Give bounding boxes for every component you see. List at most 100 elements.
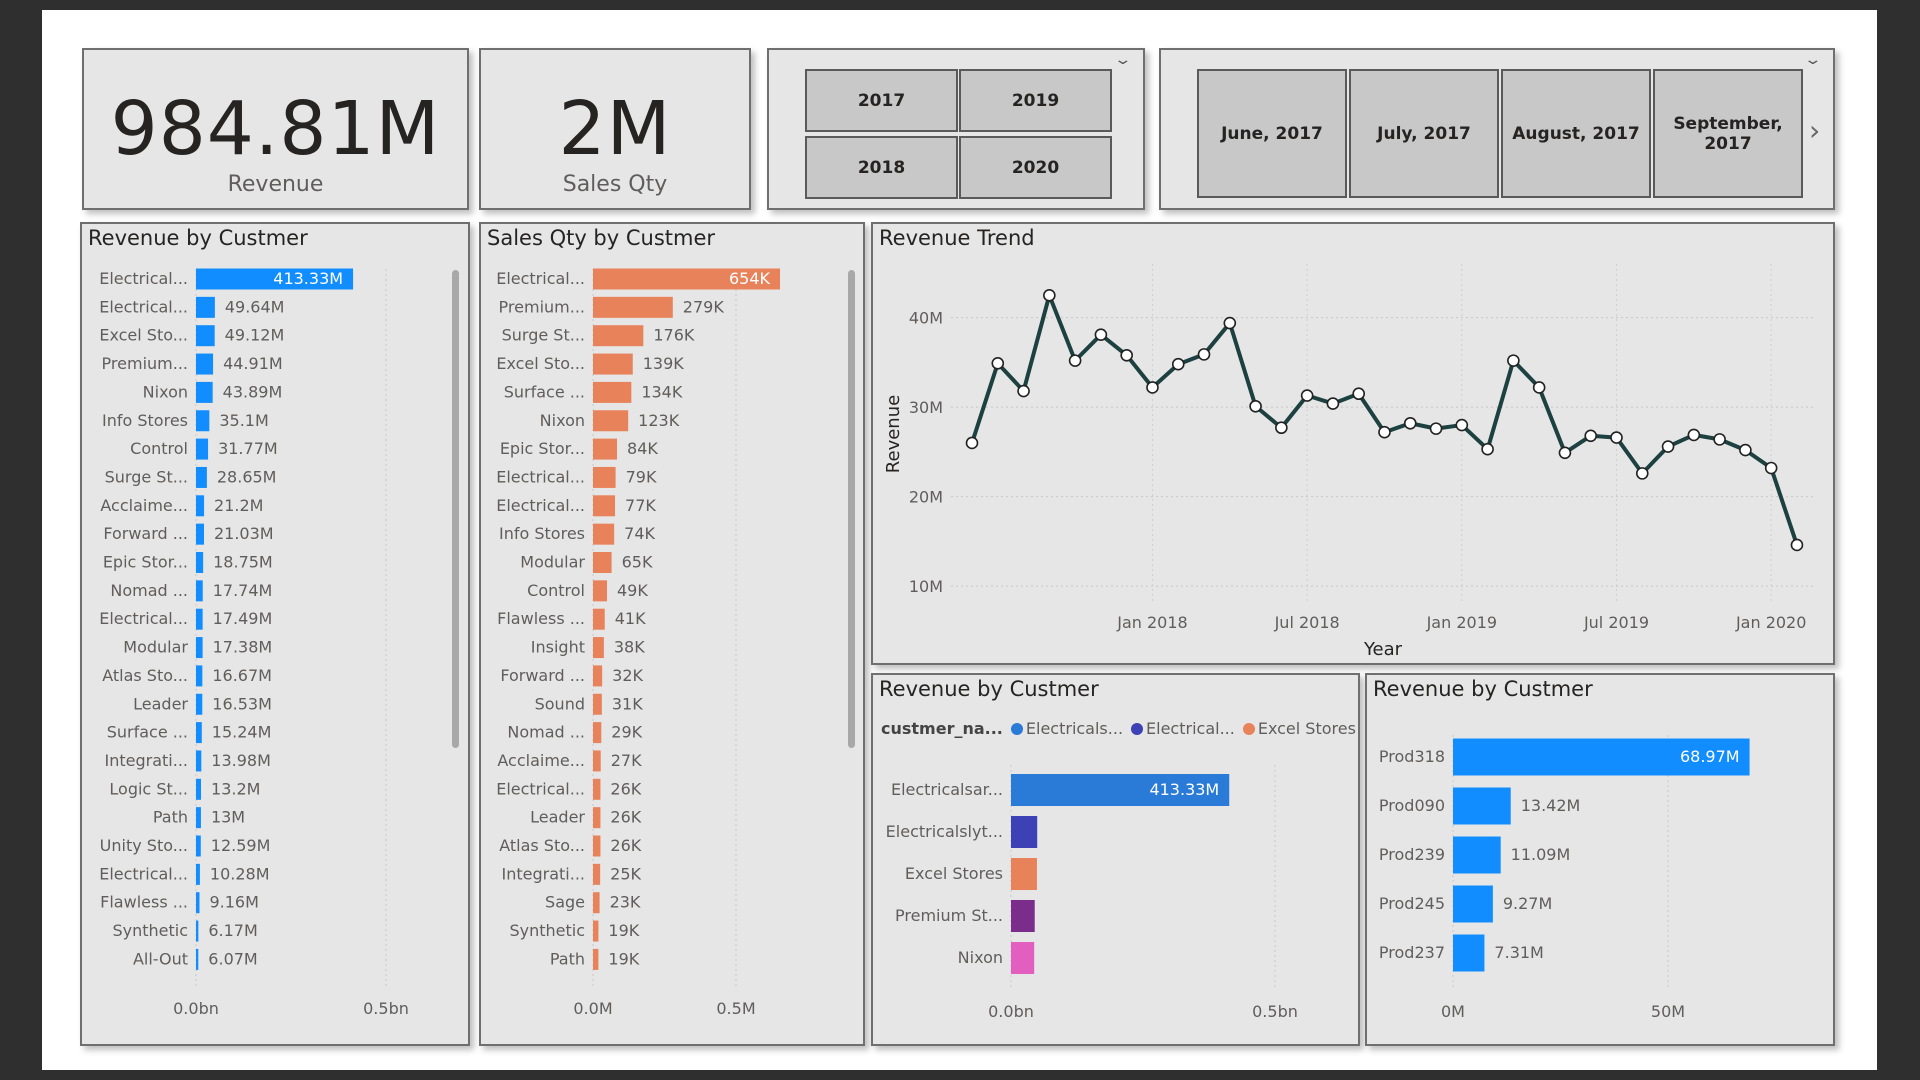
report-canvas: 984.81M Revenue 2M Sales Qty ⌄ 2017 2019… — [42, 10, 1877, 1070]
x-tick-label: Jan 2018 — [1116, 613, 1187, 632]
category-label: Flawless ... — [497, 609, 585, 628]
data-label: 13.42M — [1521, 796, 1581, 815]
data-point — [1739, 443, 1752, 457]
year-option-2019[interactable]: 2019 — [959, 69, 1112, 132]
bar — [593, 325, 644, 347]
data-point — [1687, 428, 1701, 442]
chevron-down-icon[interactable]: ⌄ — [1804, 52, 1823, 68]
category-label: Sound — [535, 694, 585, 713]
data-label: 79K — [626, 467, 657, 486]
data-point — [1507, 354, 1520, 367]
data-label: 28.65M — [217, 467, 277, 486]
data-label: 74K — [624, 524, 655, 543]
year-option-2018[interactable]: 2018 — [805, 136, 958, 199]
data-label: 38K — [614, 638, 645, 657]
data-point — [1326, 397, 1340, 410]
data-label: 84K — [627, 439, 658, 458]
bar — [1453, 787, 1511, 825]
data-label: 9.16M — [209, 893, 258, 912]
category-label: Unity Sto... — [100, 836, 188, 855]
y-tick-label: 10M — [909, 577, 943, 596]
data-label: 43.89M — [223, 382, 283, 401]
category-label: Sage — [545, 893, 585, 912]
data-point — [1352, 387, 1366, 401]
month-option-august-2017[interactable]: August, 2017 — [1501, 69, 1651, 198]
category-label: Electrical... — [496, 779, 585, 798]
scrollbar[interactable] — [848, 270, 855, 748]
data-label: 17.38M — [213, 638, 273, 657]
bar — [196, 778, 202, 800]
month-option-june-2017[interactable]: June, 2017 — [1197, 69, 1347, 198]
x-tick-label: 50M — [1651, 1002, 1685, 1021]
x-tick-label: Jul 2018 — [1274, 613, 1340, 632]
revenue-card: 984.81M Revenue — [82, 48, 469, 210]
category-label: Acclaime... — [100, 496, 188, 515]
data-point — [1120, 348, 1133, 362]
data-point — [1635, 467, 1649, 480]
data-label: 176K — [653, 326, 695, 345]
category-label: Nixon — [143, 382, 188, 401]
revenue-by-product-svg: 0M 50M Prod318 68.97M Prod090 13.42M Prod239 11… — [1379, 735, 1750, 1021]
sales-qty-by-customer-chart: Sales Qty by Custmer 0.0M 0.5M Electrical.… — [479, 222, 865, 1046]
sales-qty-card-label: Sales Qty — [562, 172, 668, 197]
category-label: Forward ... — [103, 524, 188, 543]
data-point — [1584, 429, 1598, 443]
data-label: 44.91M — [223, 354, 283, 373]
year-option-2020[interactable]: 2020 — [959, 136, 1112, 199]
bar — [196, 523, 204, 545]
data-label: 19K — [608, 949, 639, 968]
month-option-september-2017[interactable]: September, 2017 — [1653, 69, 1803, 198]
data-label: 9.27M — [1503, 894, 1552, 913]
sales-qty-card-value: 2M — [558, 86, 672, 172]
bar — [593, 495, 616, 517]
x-tick-label: 0.5M — [716, 999, 755, 1018]
bar — [196, 835, 201, 857]
data-label: 413.33M — [1149, 780, 1219, 799]
data-label: 10.28M — [210, 864, 270, 883]
data-label: 41K — [615, 609, 646, 628]
bar — [196, 807, 201, 829]
data-point — [1558, 446, 1572, 460]
category-label: Surge St... — [105, 467, 188, 486]
bar — [1011, 816, 1038, 848]
category-label: Electrical... — [99, 609, 188, 628]
category-label: Control — [130, 439, 188, 458]
category-label: Epic Stor... — [103, 553, 188, 572]
bar — [196, 410, 210, 432]
bar — [1453, 934, 1485, 972]
category-label: Surface ... — [107, 723, 188, 742]
x-tick-label: 0.0bn — [988, 1002, 1034, 1021]
year-option-2017[interactable]: 2017 — [805, 69, 958, 132]
category-label: Logic St... — [109, 779, 188, 798]
bar — [196, 863, 200, 885]
data-label: 32K — [612, 666, 643, 685]
data-label: 6.17M — [208, 921, 257, 940]
month-option-july-2017[interactable]: July, 2017 — [1349, 69, 1499, 198]
category-label: Prod239 — [1379, 845, 1445, 864]
scrollbar[interactable] — [452, 270, 459, 748]
x-tick-label: 0.5bn — [363, 999, 409, 1018]
category-label: Leader — [530, 808, 585, 827]
category-label: Electrical... — [99, 297, 188, 316]
category-label: All-Out — [133, 949, 188, 968]
data-point — [1713, 433, 1726, 446]
data-label: 21.2M — [214, 496, 263, 515]
bar — [593, 863, 601, 885]
bar — [593, 807, 601, 829]
sales-qty-card: 2M Sales Qty — [479, 48, 751, 210]
category-label: Prod318 — [1379, 747, 1445, 766]
category-label: Electrical... — [99, 864, 188, 883]
revenue-trend-chart: Revenue Trend 10M 20M 30M 40M Jan 2018 Jul 20… — [871, 222, 1835, 665]
chevron-down-icon[interactable]: ⌄ — [1114, 52, 1133, 68]
bar — [593, 381, 632, 403]
bar — [593, 637, 604, 659]
category-label: Excel Sto... — [496, 354, 585, 373]
chevron-right-icon[interactable]: › — [1809, 114, 1820, 147]
category-label: Nixon — [958, 948, 1003, 967]
data-label: 35.1M — [219, 411, 268, 430]
category-label: Electricalsar... — [891, 780, 1003, 799]
bar — [196, 580, 203, 602]
data-point — [1610, 431, 1623, 444]
data-point — [1171, 357, 1185, 371]
bar — [593, 466, 616, 488]
